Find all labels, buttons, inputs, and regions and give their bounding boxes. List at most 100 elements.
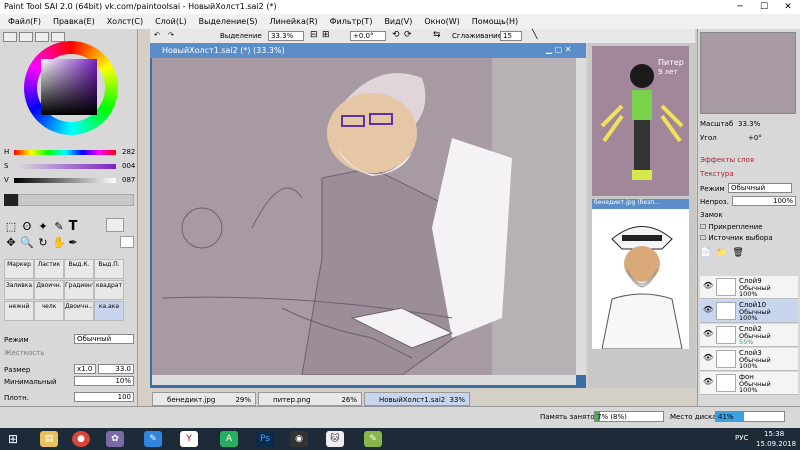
size-multiplier[interactable]: x1.0	[74, 364, 96, 374]
smoothing-field[interactable]: 15	[500, 31, 522, 41]
layer-actions[interactable]: 📄📁🗑	[700, 248, 796, 272]
color-hsv-mode-icon[interactable]	[35, 32, 49, 42]
pen-app-icon[interactable]: ✎	[144, 431, 162, 447]
color-palette-icon[interactable]	[51, 32, 65, 42]
line-tool-icon[interactable]: ╲	[532, 30, 537, 40]
sai-app-icon[interactable]: A	[220, 431, 238, 447]
color-swatch-bar[interactable]	[18, 194, 134, 206]
menu-edit[interactable]: Правка(E)	[53, 17, 95, 26]
zoom-field[interactable]: 33.3%	[268, 31, 304, 41]
layer-row[interactable]: 👁 Слой2 Обычный 55%	[700, 324, 798, 347]
reference-image-peter[interactable]: Питер 9 лет	[592, 46, 689, 196]
zoom-tool-icon[interactable]: 🔍	[20, 236, 34, 250]
menu-ruler[interactable]: Линейка(R)	[270, 17, 318, 26]
minimize-button[interactable]: ─	[728, 0, 752, 14]
chrome-icon[interactable]: ●	[72, 431, 90, 447]
menu-filter[interactable]: Фильтр(T)	[330, 17, 373, 26]
min-size-field[interactable]: 10%	[74, 376, 134, 386]
language-indicator[interactable]: РУС	[735, 434, 748, 442]
picker-icon[interactable]: ✒	[66, 236, 80, 250]
primary-color-swatch[interactable]	[4, 194, 18, 206]
maximize-button[interactable]: ☐	[752, 0, 776, 14]
layer-row[interactable]: 👁 Слой9 Обычный 100%	[700, 276, 798, 299]
layer-row-selected[interactable]: 👁 Слой10 Обычный 100%	[700, 300, 798, 323]
brush-mode-select[interactable]: Обычный	[74, 334, 134, 344]
text-icon[interactable]: T	[66, 220, 80, 234]
brush-slot[interactable]: Двоичн...	[64, 301, 94, 321]
brush-slot[interactable]: Заливка	[4, 280, 34, 300]
color-square[interactable]	[41, 59, 97, 115]
rotate-left-icon[interactable]: ⟲	[392, 30, 400, 40]
flip-icon[interactable]: ⇆	[433, 30, 441, 40]
brush-slot[interactable]: Выд.П.	[94, 259, 124, 279]
layer-row[interactable]: 👁 фон Обычный 100%	[700, 372, 798, 395]
brush-slot[interactable]: Маркер	[4, 259, 34, 279]
brush-slot[interactable]: Ластик	[34, 259, 64, 279]
brush-slot[interactable]: Двоичн.	[34, 280, 64, 300]
size-field[interactable]: 33.0	[98, 364, 134, 374]
hue-slider[interactable]	[14, 150, 116, 155]
cat-app-icon[interactable]: 🐱	[326, 431, 344, 447]
obs-icon[interactable]: ◉	[290, 431, 308, 447]
tab-peter[interactable]: питер.png 26%	[258, 392, 362, 406]
eye-icon[interactable]: 👁	[703, 329, 713, 338]
menu-selection[interactable]: Выделение(S)	[199, 17, 258, 26]
eyedropper-icon[interactable]: ✎	[52, 220, 66, 234]
brush-slot[interactable]: Выд.К.	[64, 259, 94, 279]
select-rect-icon[interactable]: ⬚	[4, 220, 18, 234]
canvas-horizontal-scrollbar[interactable]	[152, 375, 576, 385]
redo-icon[interactable]: ↷	[168, 31, 174, 39]
menu-window[interactable]: Окно(W)	[424, 17, 459, 26]
layer-mode-select[interactable]: Обычный	[728, 183, 792, 193]
color-rgb-mode-icon[interactable]	[19, 32, 33, 42]
clock-time[interactable]: 15:38	[764, 430, 784, 438]
undo-icon[interactable]: ↶	[154, 31, 160, 39]
hand-icon[interactable]: ✋	[52, 236, 66, 250]
rotate-tool-icon[interactable]: ↻	[36, 236, 50, 250]
menu-canvas[interactable]: Холст(C)	[107, 17, 143, 26]
density-field[interactable]: 100	[74, 392, 134, 402]
magic-wand-icon[interactable]: ✦	[36, 220, 50, 234]
menu-file[interactable]: Файл(F)	[8, 17, 41, 26]
rotation-field[interactable]: +0.0°	[350, 31, 386, 41]
eye-icon[interactable]: 👁	[703, 353, 713, 362]
canvas-window-controls[interactable]: ▁ ▢ ✕	[546, 45, 572, 54]
lasso-icon[interactable]: ʘ	[20, 220, 34, 234]
value-slider[interactable]	[14, 178, 116, 183]
clock-date[interactable]: 15.09.2018	[756, 440, 796, 448]
zoom-in-icon[interactable]: ⊞	[322, 30, 330, 40]
brush-slot[interactable]: Градиент	[64, 280, 94, 300]
paint-tool-sai-icon[interactable]: ✎	[364, 431, 382, 447]
menu-help[interactable]: Помощь(H)	[472, 17, 518, 26]
brush-slot[interactable]: нежнй	[4, 301, 34, 321]
color-wheel-mode-icon[interactable]	[3, 32, 17, 42]
bg-color-icon[interactable]	[120, 236, 134, 248]
clipping-checkbox[interactable]: ☐ Прикрепление	[700, 223, 763, 231]
yandex-icon[interactable]: Y	[180, 431, 198, 447]
texture-label[interactable]: Текстура	[700, 170, 734, 178]
reference-image-benedict[interactable]	[592, 209, 689, 350]
eye-icon[interactable]: 👁	[703, 281, 713, 290]
eye-icon[interactable]: 👁	[703, 377, 713, 386]
move-icon[interactable]: ✥	[4, 236, 18, 250]
paint-app-icon[interactable]: ✿	[106, 431, 124, 447]
brush-slot[interactable]: квадрат	[94, 280, 124, 300]
tab-benedict[interactable]: бенедикт.jpg 29%	[152, 392, 256, 406]
canvas-vertical-scrollbar[interactable]	[576, 58, 586, 375]
start-icon[interactable]: ⊞	[4, 431, 22, 447]
file-explorer-icon[interactable]: ▤	[40, 431, 58, 447]
brush-slot-selected[interactable]: ка.ака	[94, 301, 124, 321]
layer-opacity-field[interactable]: 100%	[732, 196, 796, 206]
rotate-right-icon[interactable]: ⟳	[404, 30, 412, 40]
eye-icon[interactable]: 👁	[703, 305, 713, 314]
menu-layer[interactable]: Слой(L)	[155, 17, 187, 26]
photoshop-icon[interactable]: Ps	[256, 431, 274, 447]
tab-canvas[interactable]: НовыйХолст1.sai2 33%	[364, 392, 470, 406]
menu-view[interactable]: Вид(V)	[384, 17, 412, 26]
selection-source-checkbox[interactable]: ☐ Источник выбора	[700, 234, 773, 242]
fg-color-icon[interactable]	[106, 218, 124, 232]
zoom-out-icon[interactable]: ⊟	[310, 30, 318, 40]
layer-row[interactable]: 👁 Слой3 Обычный 100%	[700, 348, 798, 371]
layer-effects-label[interactable]: Эффекты слоя	[700, 156, 754, 164]
drawing-canvas[interactable]	[152, 58, 576, 375]
